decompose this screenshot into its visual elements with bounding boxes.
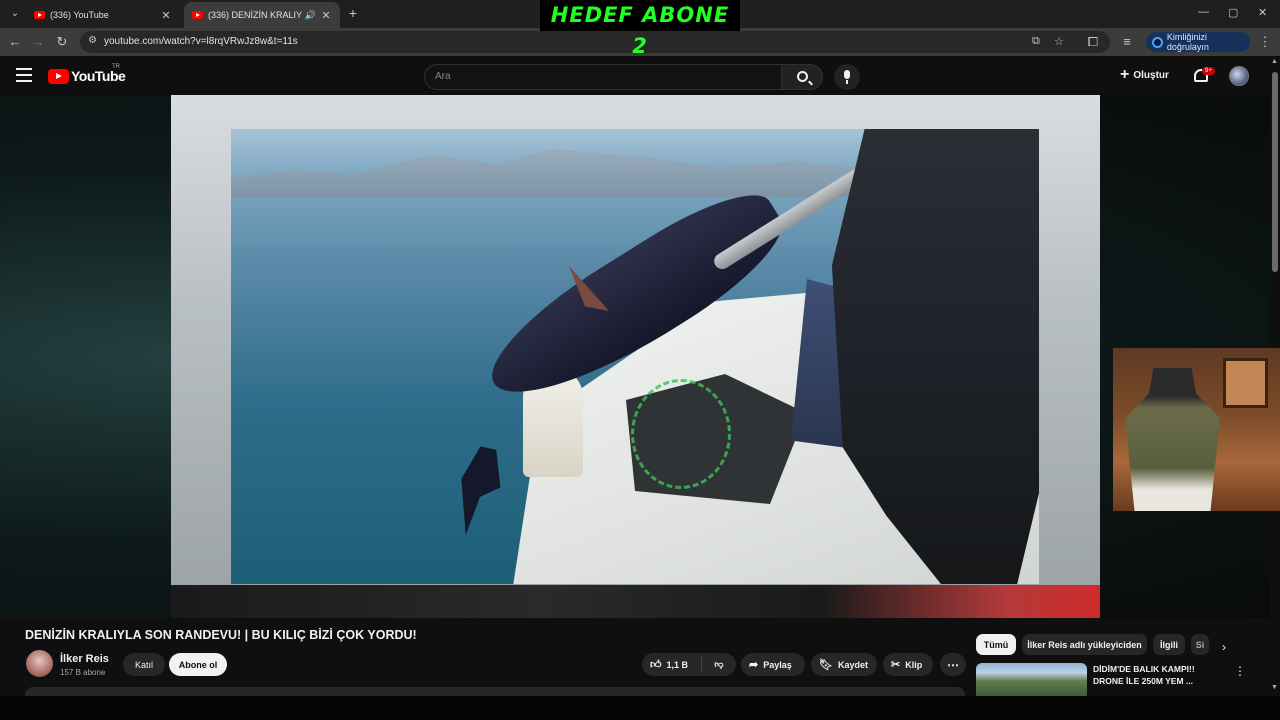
url-text: youtube.com/watch?v=l8rqVRwJz8w&t=11s	[104, 36, 298, 47]
video-frame	[231, 129, 1039, 584]
search-button[interactable]	[781, 64, 823, 90]
share-label: Paylaş	[763, 659, 792, 670]
plus-icon: +	[1120, 66, 1130, 83]
chip-related[interactable]: İlgili	[1153, 634, 1185, 655]
save-label: Kaydet	[837, 659, 868, 670]
media-controls-icon[interactable]: ≡	[1118, 33, 1136, 51]
video-green-rope	[631, 379, 731, 489]
suggested-video-title[interactable]: DİDİM'DE BALIK KAMPI!! DRONE İLE 250M YE…	[1093, 663, 1213, 687]
browser-menu-icon[interactable]: ⋮	[1256, 33, 1274, 51]
thumbs-down-icon: 👎︎	[714, 659, 724, 669]
webcam-person	[1125, 368, 1220, 511]
chip-all[interactable]: Tümü	[976, 634, 1016, 655]
scroll-down-icon[interactable]: ▼	[1271, 684, 1278, 691]
guide-menu-icon[interactable]	[16, 68, 32, 82]
install-app-icon[interactable]: ⧉	[1032, 35, 1040, 48]
account-avatar[interactable]	[1229, 66, 1249, 86]
new-tab-button[interactable]: +	[345, 5, 361, 21]
youtube-logo[interactable]: YouTube	[48, 68, 126, 84]
forward-icon[interactable]: →	[29, 33, 47, 51]
browser-tab-video[interactable]: (336) DENİZİN KRALIYLA SON 🔊 ✕	[184, 2, 340, 28]
microphone-icon	[844, 70, 850, 79]
scroll-up-icon[interactable]: ▲	[1271, 58, 1278, 65]
like-dislike-group: 👍︎ 1,1 B 👎︎	[642, 653, 736, 676]
channel-avatar[interactable]	[26, 650, 53, 677]
search-input[interactable]: Ara	[424, 64, 782, 90]
scrollbar-thumb[interactable]	[1272, 72, 1278, 272]
tab-close-icon[interactable]: ✕	[160, 9, 172, 22]
maximize-icon[interactable]: ▢	[1228, 6, 1238, 19]
back-icon[interactable]: ←	[6, 33, 24, 51]
share-arrow-icon: ➦	[749, 659, 759, 671]
join-button[interactable]: Katıl	[123, 653, 165, 676]
suggested-more-icon[interactable]: ⋮	[1234, 664, 1246, 678]
youtube-play-icon	[48, 68, 69, 84]
tab-title: (336) DENİZİN KRALIYLA SON	[208, 10, 302, 20]
bookmark-star-icon[interactable]: ☆	[1054, 35, 1064, 48]
address-bar[interactable]: ⚙ youtube.com/watch?v=l8rqVRwJz8w&t=11s …	[80, 31, 1110, 53]
channel-name[interactable]: İlker Reis	[60, 653, 109, 665]
chevron-right-icon[interactable]: ›	[1222, 640, 1226, 654]
chip-partial[interactable]: Si	[1191, 634, 1209, 655]
notification-badge: 9+	[1202, 67, 1215, 75]
youtube-favicon-icon	[192, 11, 203, 19]
create-label: Oluştur	[1133, 69, 1169, 81]
verify-identity-button[interactable]: Kimliğinizi doğrulayın	[1146, 32, 1250, 52]
minimize-icon[interactable]: —	[1198, 6, 1209, 18]
dislike-button[interactable]: 👎︎	[702, 659, 736, 670]
profile-dot-icon	[1152, 36, 1163, 48]
tab-close-icon[interactable]: ✕	[320, 9, 332, 22]
youtube-favicon-icon	[34, 11, 45, 19]
create-button[interactable]: + Oluştur	[1120, 66, 1169, 83]
share-button[interactable]: ➦ Paylaş	[741, 653, 805, 676]
video-title: DENİZİN KRALIYLA SON RANDEVU! | BU KILIÇ…	[25, 628, 417, 642]
more-actions-button[interactable]: ⋯	[940, 653, 966, 676]
bottom-bar	[0, 696, 1280, 720]
thumbs-up-icon: 👍︎	[650, 659, 662, 671]
reload-icon[interactable]: ↻	[53, 33, 71, 51]
scissors-icon: ✂	[891, 659, 901, 671]
window-close-icon[interactable]: ✕	[1258, 6, 1267, 19]
search-placeholder: Ara	[435, 71, 451, 82]
subscribe-button[interactable]: Abone ol	[169, 653, 227, 676]
clip-button[interactable]: ✂ Klip	[883, 653, 933, 676]
save-button[interactable]: 🔖︎ Kaydet	[811, 653, 877, 676]
video-player[interactable]	[171, 95, 1100, 618]
site-info-icon[interactable]: ⚙	[88, 35, 97, 46]
subscriber-count: 157 B abone	[60, 668, 106, 677]
verify-label: Kimliğinizi doğrulayın	[1166, 32, 1209, 52]
logo-text: YouTube	[71, 68, 126, 84]
like-count: 1,1 B	[666, 659, 689, 670]
stream-overlay-title: HEDEF ABONE 2	[540, 0, 740, 58]
region-code: TR	[112, 64, 120, 70]
webcam-overlay	[1113, 348, 1280, 511]
clip-label: Klip	[905, 659, 923, 670]
bookmark-icon: 🔖︎	[819, 659, 833, 671]
like-button[interactable]: 👍︎ 1,1 B	[642, 657, 702, 672]
tab-search-chevron-icon[interactable]: ⌄	[6, 5, 24, 23]
extensions-icon[interactable]: ⧠	[1084, 33, 1102, 51]
search-icon	[797, 71, 808, 82]
chip-from-uploader[interactable]: İlker Reis adlı yükleyiciden	[1022, 634, 1147, 655]
speaker-icon[interactable]: 🔊	[305, 10, 316, 21]
suggested-video-thumbnail[interactable]	[976, 663, 1087, 696]
voice-search-button[interactable]	[834, 64, 860, 90]
tab-title: (336) YouTube	[50, 10, 109, 20]
browser-tab-youtube[interactable]: (336) YouTube ✕	[26, 2, 180, 28]
